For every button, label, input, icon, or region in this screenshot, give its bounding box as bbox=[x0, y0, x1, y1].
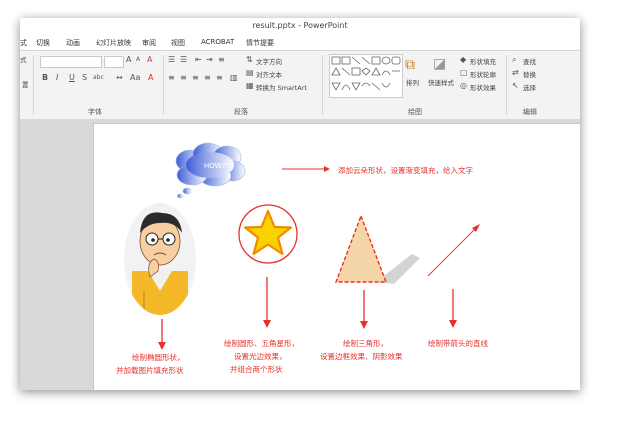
select-button[interactable]: 选择 bbox=[523, 82, 536, 92]
circle-star-group[interactable] bbox=[237, 203, 299, 265]
arrow-down-icon bbox=[158, 319, 166, 350]
arrow-down-icon bbox=[449, 289, 457, 328]
star-caption-line2: 设置光边效果， bbox=[234, 352, 287, 361]
quick-styles-icon[interactable]: ◪ bbox=[433, 56, 446, 72]
shape-outline-button[interactable]: 形状轮廓 bbox=[470, 69, 496, 79]
char-spacing-icon[interactable]: ↔ bbox=[116, 73, 123, 82]
text-direction-button[interactable]: 文字方向 bbox=[256, 56, 282, 66]
bold-button[interactable]: B bbox=[42, 73, 48, 82]
arrow-line-shape[interactable] bbox=[424, 222, 484, 280]
tab-acrobat[interactable]: ACROBAT bbox=[201, 38, 234, 46]
bullets-icon[interactable]: ☰ bbox=[168, 55, 175, 64]
star-caption-line3: 并组合两个形状 bbox=[230, 365, 283, 374]
convert-smartart-button[interactable]: 转换为 SmartArt bbox=[256, 82, 307, 92]
arrange-icon[interactable]: ⧉ bbox=[405, 57, 415, 73]
ribbon-left-fragment-top: 式 bbox=[20, 56, 27, 64]
align-left-icon[interactable]: ≡ bbox=[168, 73, 175, 82]
line-spacing-icon[interactable]: ≡ bbox=[218, 55, 225, 64]
align-text-icon[interactable]: ▤ bbox=[246, 68, 254, 77]
ribbon-tabs: 式 切换 动画 幻灯片放映 审阅 视图 ACROBAT 情节提要 bbox=[20, 36, 580, 50]
quick-styles-button[interactable]: 快速样式 bbox=[428, 77, 454, 87]
shapes-gallery[interactable] bbox=[329, 54, 403, 98]
slide[interactable]: HOW?? 添加云朵形状，设置渐变填充，给入文字 绘制椭圆形状， 并加载图片填充… bbox=[93, 123, 580, 390]
find-icon[interactable]: ⌕ bbox=[512, 55, 516, 65]
smartart-icon[interactable]: ▦ bbox=[246, 81, 254, 90]
strikethrough-button[interactable]: S bbox=[82, 73, 87, 82]
line-caption: 绘制带箭头的直线 bbox=[428, 339, 488, 348]
oval-caption-line2: 并加载图片填充形状 bbox=[116, 366, 184, 375]
ribbon: 式 置 A A A B I U S abc ↔ Aa A 字体 ☰ ☰ ⇤ ⇥ … bbox=[20, 50, 580, 120]
decrease-indent-icon[interactable]: ⇤ bbox=[195, 55, 202, 64]
tab-view[interactable]: 视图 bbox=[171, 38, 185, 48]
italic-button[interactable]: I bbox=[56, 73, 58, 82]
numbering-icon[interactable]: ☰ bbox=[180, 55, 187, 64]
shape-fill-icon[interactable]: ◆ bbox=[460, 55, 466, 64]
tab-transitions[interactable]: 切换 bbox=[36, 38, 50, 48]
replace-button[interactable]: 替换 bbox=[523, 69, 536, 79]
group-label-paragraph: 段落 bbox=[234, 108, 248, 116]
triangle-caption-line2: 设置边框效果、阴影效果 bbox=[320, 352, 403, 361]
distribute-icon[interactable]: ≡ bbox=[216, 73, 223, 82]
cloud-caption: 添加云朵形状，设置渐变填充，给入文字 bbox=[338, 166, 473, 175]
shape-effects-button[interactable]: 形状效果 bbox=[470, 82, 496, 92]
shape-outline-icon[interactable]: ▢ bbox=[460, 68, 468, 77]
cartoon-oval-shape[interactable] bbox=[120, 199, 200, 319]
triangle-caption-line1: 绘制三角形， bbox=[343, 339, 388, 348]
powerpoint-window: result.pptx - PowerPoint 式 切换 动画 幻灯片放映 审… bbox=[20, 18, 580, 390]
title-bar: result.pptx - PowerPoint bbox=[20, 18, 580, 36]
group-label-font: 字体 bbox=[88, 108, 102, 116]
find-button[interactable]: 查找 bbox=[523, 56, 536, 66]
font-name-box[interactable] bbox=[40, 56, 102, 68]
cloud-text: HOW?? bbox=[204, 162, 230, 170]
ribbon-left-fragment-bottom: 置 bbox=[22, 81, 29, 89]
clear-format-button[interactable]: A bbox=[147, 55, 152, 64]
shape-effects-icon[interactable]: ◎ bbox=[460, 81, 467, 90]
editing-canvas: HOW?? 添加云朵形状，设置渐变填充，给入文字 绘制椭圆形状， 并加载图片填充… bbox=[20, 119, 580, 390]
triangle-shape[interactable] bbox=[334, 212, 424, 287]
arrow-right-icon bbox=[282, 166, 330, 172]
justify-icon[interactable]: ≡ bbox=[204, 73, 211, 82]
tab-review[interactable]: 审阅 bbox=[142, 38, 156, 48]
text-shadow-button[interactable]: abc bbox=[93, 74, 104, 81]
star-caption-line1: 绘制圆形、五角星形， bbox=[224, 339, 299, 348]
window-title: result.pptx - PowerPoint bbox=[252, 21, 348, 30]
oval-caption-line1: 绘制椭圆形状， bbox=[132, 353, 185, 362]
align-right-icon[interactable]: ≡ bbox=[192, 73, 199, 82]
tab-animations[interactable]: 动画 bbox=[66, 38, 80, 48]
shape-fill-button[interactable]: 形状填充 bbox=[470, 56, 496, 66]
font-size-box[interactable] bbox=[104, 56, 124, 68]
grow-font-button[interactable]: A bbox=[126, 55, 131, 64]
text-direction-icon[interactable]: ⇅ bbox=[246, 55, 253, 64]
arrow-down-icon bbox=[263, 277, 271, 328]
replace-icon[interactable]: ⇄ bbox=[512, 68, 519, 77]
tab-storyboarding[interactable]: 情节提要 bbox=[246, 38, 274, 48]
group-label-drawing: 绘图 bbox=[408, 108, 422, 116]
font-color-icon[interactable]: A bbox=[148, 73, 153, 82]
select-icon[interactable]: ↖ bbox=[512, 81, 519, 90]
align-text-button[interactable]: 对齐文本 bbox=[256, 69, 282, 79]
change-case-icon[interactable]: Aa bbox=[130, 73, 140, 82]
underline-button[interactable]: U bbox=[69, 73, 75, 82]
shrink-font-button[interactable]: A bbox=[136, 56, 140, 63]
arrange-button[interactable]: 排列 bbox=[406, 77, 419, 87]
arrow-down-icon bbox=[360, 290, 368, 329]
columns-icon[interactable]: ▥ bbox=[230, 73, 238, 82]
group-label-editing: 编辑 bbox=[523, 108, 537, 116]
tab-slideshow[interactable]: 幻灯片放映 bbox=[96, 38, 131, 48]
increase-indent-icon[interactable]: ⇥ bbox=[206, 55, 213, 64]
align-center-icon[interactable]: ≡ bbox=[180, 73, 187, 82]
tab-format-fragment[interactable]: 式 bbox=[20, 38, 27, 48]
